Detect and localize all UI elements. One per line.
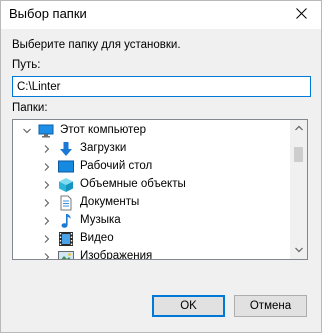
tree-item-video[interactable]: Видео: [13, 230, 290, 248]
tree-item-label: Этот компьютер: [60, 124, 146, 136]
tree-item-label: Документы: [80, 196, 140, 208]
chevron-down-icon[interactable]: [22, 126, 32, 136]
3d-objects-icon: [58, 177, 74, 193]
chevron-right-icon[interactable]: [42, 252, 52, 259]
tree-item-label: Загрузки: [80, 142, 127, 154]
scroll-down-button[interactable]: [290, 242, 307, 259]
tree-item-downloads[interactable]: Загрузки: [13, 140, 290, 158]
documents-icon: [58, 195, 74, 211]
tree-item-desktop[interactable]: Рабочий стол: [13, 158, 290, 176]
path-label: Путь:: [12, 59, 41, 71]
video-icon: [58, 231, 74, 247]
pictures-icon: [58, 249, 74, 259]
music-icon: [58, 213, 74, 229]
folders-label: Папки:: [12, 102, 48, 114]
scroll-thumb[interactable]: [294, 147, 303, 162]
tree-item-label: Видео: [80, 232, 114, 244]
scroll-up-button[interactable]: [290, 120, 307, 137]
title-bar: Выбор папки: [1, 1, 321, 29]
tree-item-music[interactable]: Музыка: [13, 212, 290, 230]
chevron-up-icon: [294, 123, 303, 135]
tree-item-documents[interactable]: Документы: [13, 194, 290, 212]
computer-icon: [38, 123, 54, 139]
chevron-right-icon[interactable]: [42, 144, 52, 154]
path-input[interactable]: [12, 76, 311, 97]
chevron-down-icon: [294, 245, 303, 257]
chevron-right-icon[interactable]: [42, 162, 52, 172]
desktop-icon: [58, 159, 74, 175]
tree-item-this-pc[interactable]: Этот компьютер: [13, 122, 290, 140]
tree-item-label: Объемные объекты: [80, 178, 186, 190]
vertical-scrollbar[interactable]: [290, 120, 307, 259]
tree-item-label: Изображения: [80, 250, 153, 260]
tree-item-label: Рабочий стол: [80, 160, 153, 172]
folder-picker-dialog: Выбор папки Выберите папку для установки…: [0, 0, 322, 333]
tree-item-label: Музыка: [80, 214, 121, 226]
window-title: Выбор папки: [9, 6, 87, 21]
chevron-right-icon[interactable]: [42, 234, 52, 244]
ok-button[interactable]: OK: [152, 295, 225, 317]
instruction-text: Выберите папку для установки.: [12, 39, 181, 51]
chevron-right-icon[interactable]: [42, 198, 52, 208]
close-button[interactable]: [281, 1, 321, 29]
chevron-right-icon[interactable]: [42, 216, 52, 226]
chevron-right-icon[interactable]: [42, 180, 52, 190]
close-icon: [295, 8, 307, 22]
cancel-button[interactable]: Отмена: [234, 295, 307, 317]
folder-tree[interactable]: Этот компьютер Загрузки Рабочий стол Объ…: [12, 119, 308, 260]
downloads-icon: [58, 141, 74, 157]
tree-item-3d-objects[interactable]: Объемные объекты: [13, 176, 290, 194]
tree-item-pictures[interactable]: Изображения: [13, 248, 290, 260]
